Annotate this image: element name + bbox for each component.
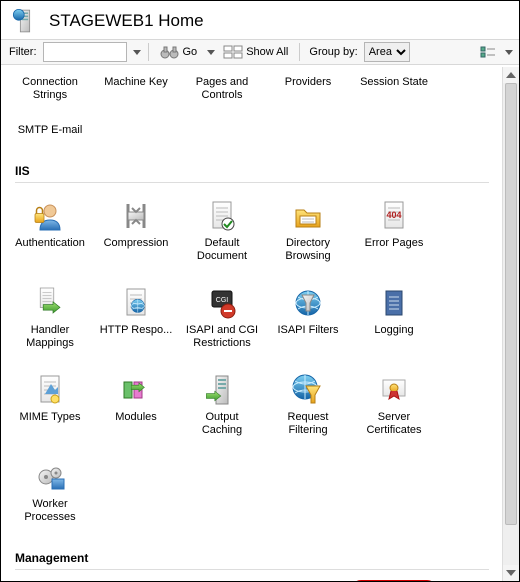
view-dropdown-icon[interactable] xyxy=(505,50,513,55)
toolbar: Filter: Go Show All Group by: Area xyxy=(1,39,519,65)
show-all-button[interactable]: Show All xyxy=(219,44,292,60)
feature-label: Worker Processes xyxy=(24,498,75,523)
feature-label: Error Pages xyxy=(365,237,424,249)
feature-item[interactable]: ISAPI and CGI Restrictions xyxy=(179,280,265,355)
feature-label: Compression xyxy=(104,237,169,249)
go-dropdown-icon[interactable] xyxy=(207,50,215,55)
feature-item[interactable]: Error Pages xyxy=(351,193,437,268)
view-mode-button[interactable] xyxy=(475,44,501,60)
section-title: IIS xyxy=(15,164,497,178)
content-pane: Connection Strings Machine Key Pages and C… xyxy=(1,67,503,581)
groupby-select[interactable]: Area xyxy=(364,42,410,62)
icon-logging xyxy=(376,285,412,321)
feature-item[interactable]: Configuration Editor xyxy=(7,580,93,581)
feature-label: Connection Strings xyxy=(22,76,78,101)
feature-label: Logging xyxy=(374,324,413,336)
feature-item[interactable]: ISAPI Filters xyxy=(265,280,351,355)
icon-auth xyxy=(32,198,68,234)
feature-item[interactable]: Management Service xyxy=(351,580,437,581)
feature-row: Configuration EditorFeature DelegationII… xyxy=(7,576,497,581)
feature-item[interactable]: Default Document xyxy=(179,193,265,268)
page-title: STAGEWEB1 Home xyxy=(49,11,204,31)
feature-label: Session State xyxy=(360,76,428,88)
feature-item[interactable]: Pages and Controls xyxy=(179,71,265,107)
feature-item[interactable]: Session State xyxy=(351,71,437,107)
feature-item[interactable]: Logging xyxy=(351,280,437,355)
feature-label: SMTP E-mail xyxy=(18,124,83,136)
icon-isapicgi xyxy=(204,285,240,321)
section-title: Management xyxy=(15,551,497,565)
feature-item[interactable]: Compression xyxy=(93,193,179,268)
feature-item[interactable]: Machine Key xyxy=(93,71,179,107)
feature-item[interactable]: IIS Manager Permissions xyxy=(179,580,265,581)
server-home-icon xyxy=(11,7,39,35)
feature-label: ISAPI Filters xyxy=(277,324,338,336)
feature-item[interactable]: Connection Strings xyxy=(7,71,93,107)
icon-reqfilter xyxy=(290,372,326,408)
filter-dropdown-icon[interactable] xyxy=(133,50,141,55)
feature-item[interactable]: Providers xyxy=(265,71,351,107)
aspnet-row: Connection Strings Machine Key Pages and C… xyxy=(7,67,497,150)
view-list-icon xyxy=(479,45,497,59)
scroll-up-button[interactable] xyxy=(503,67,519,83)
feature-label: Authentication xyxy=(15,237,85,249)
feature-label: Modules xyxy=(115,411,157,423)
feature-item[interactable]: Handler Mappings xyxy=(7,280,93,355)
feature-item[interactable]: IIS Manager Users xyxy=(265,580,351,581)
icon-errpages xyxy=(376,198,412,234)
icon-workers xyxy=(32,459,68,495)
icon-handlers xyxy=(32,285,68,321)
feature-item[interactable]: Directory Browsing xyxy=(265,193,351,268)
feature-item[interactable]: Authentication xyxy=(7,193,93,268)
title-bar: STAGEWEB1 Home xyxy=(1,1,519,39)
icon-mime xyxy=(32,372,68,408)
scroll-down-button[interactable] xyxy=(503,565,519,581)
feature-label: Pages and Controls xyxy=(196,76,249,101)
go-button[interactable]: Go xyxy=(156,44,202,60)
feature-item[interactable]: Server Certificates xyxy=(351,367,437,442)
filter-input[interactable] xyxy=(43,42,127,62)
iis-manager-window: STAGEWEB1 Home Filter: Go Show All Group… xyxy=(0,0,520,582)
filter-label: Filter: xyxy=(7,46,39,58)
feature-label: Request Filtering xyxy=(288,411,329,436)
icon-isapifilter xyxy=(290,285,326,321)
groupby-label: Group by: xyxy=(307,46,359,58)
icon-modules xyxy=(118,372,154,408)
feature-label: Output Caching xyxy=(202,411,242,436)
binoculars-icon xyxy=(160,45,180,59)
feature-item[interactable]: Worker Processes xyxy=(7,454,93,529)
feature-item[interactable]: HTTP Respo... xyxy=(93,280,179,355)
feature-item[interactable]: Feature Delegation xyxy=(93,580,179,581)
feature-label: MIME Types xyxy=(20,411,81,423)
feature-item[interactable]: Modules xyxy=(93,367,179,442)
feature-label: Providers xyxy=(285,76,331,88)
vertical-scrollbar[interactable] xyxy=(502,67,519,581)
feature-label: Directory Browsing xyxy=(285,237,330,262)
icon-defdoc xyxy=(204,198,240,234)
feature-item[interactable]: Output Caching xyxy=(179,367,265,442)
scroll-thumb[interactable] xyxy=(505,83,517,525)
feature-item[interactable]: SMTP E-mail xyxy=(7,119,93,142)
feature-label: HTTP Respo... xyxy=(100,324,173,336)
feature-label: Handler Mappings xyxy=(26,324,74,349)
feature-item[interactable]: Request Filtering xyxy=(265,367,351,442)
icon-certs xyxy=(376,372,412,408)
icon-httpresp xyxy=(118,285,154,321)
feature-label: Machine Key xyxy=(104,76,168,88)
feature-label: Server Certificates xyxy=(366,411,421,436)
feature-row: Authentication Compression Default Documen… xyxy=(7,189,497,537)
icon-outcache xyxy=(204,372,240,408)
icon-compress xyxy=(118,198,154,234)
feature-label: ISAPI and CGI Restrictions xyxy=(186,324,258,349)
feature-item[interactable]: MIME Types xyxy=(7,367,93,442)
show-all-icon xyxy=(223,45,243,59)
feature-label: Default Document xyxy=(197,237,247,262)
icon-dirbrowse xyxy=(290,198,326,234)
